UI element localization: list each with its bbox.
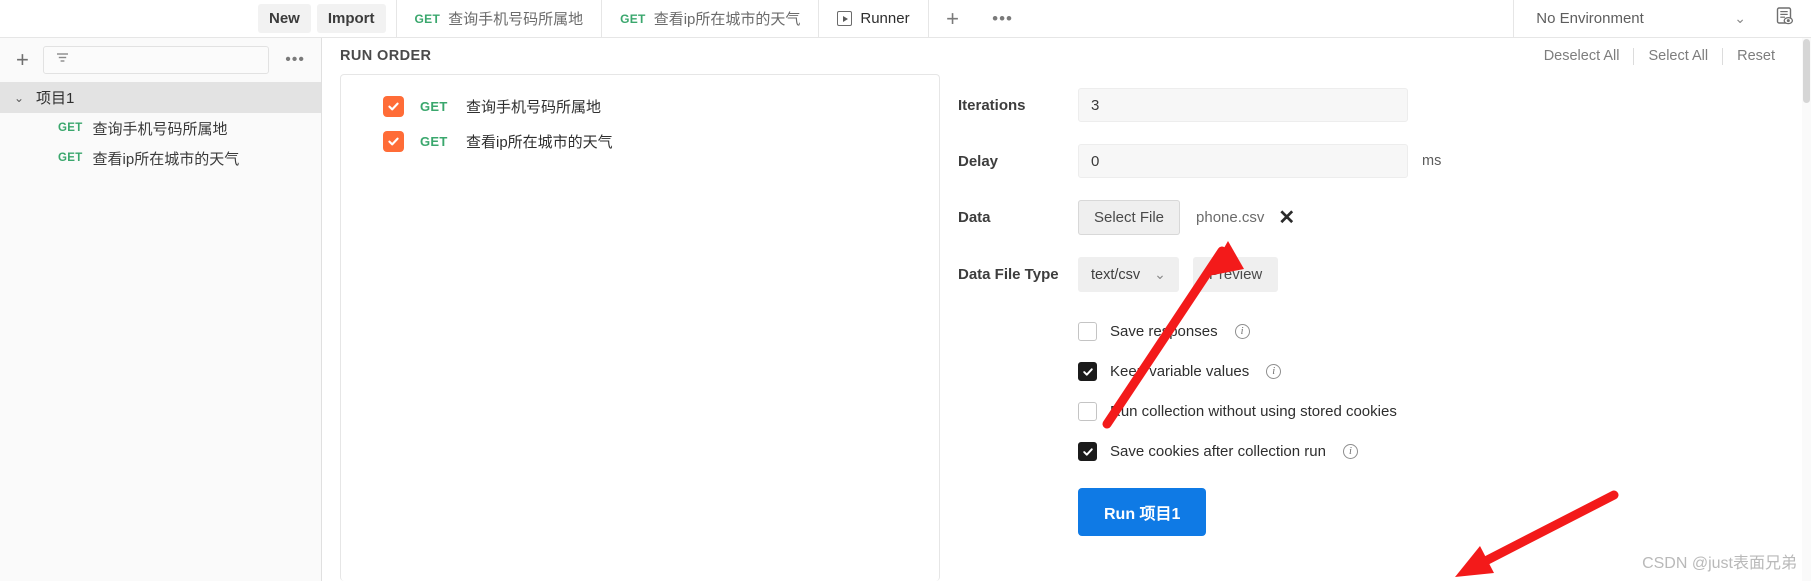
sidebar-collection-item[interactable]: ⌄ 项目1 xyxy=(0,82,321,113)
run-order-method-label: GET xyxy=(420,99,448,114)
delay-input[interactable]: 0 xyxy=(1078,144,1408,178)
chevron-down-icon: ⌄ xyxy=(1154,266,1166,282)
option-label: Save cookies after collection run xyxy=(1110,443,1326,460)
run-order-item[interactable]: GET 查询手机号码所属地 xyxy=(341,89,939,124)
sidebar: + ••• ⌄ 项目1 GET 查询手机号码所属地 GET 查看ip所在城市的天… xyxy=(0,38,322,581)
select-all-button[interactable]: Select All xyxy=(1634,48,1722,64)
watermark: CSDN @just表面兄弟 xyxy=(1642,555,1797,572)
run-order-title: RUN ORDER xyxy=(340,48,432,64)
select-file-button[interactable]: Select File xyxy=(1078,200,1181,235)
iterations-label: Iterations xyxy=(958,96,1026,114)
new-tab-button[interactable]: + xyxy=(929,0,977,37)
deselect-all-button[interactable]: Deselect All xyxy=(1530,48,1634,64)
tab-title: Runner xyxy=(860,10,910,27)
collection-name: 项目1 xyxy=(36,90,75,107)
sidebar-more-options-icon[interactable]: ••• xyxy=(279,51,311,69)
keep-variable-values-checkbox[interactable] xyxy=(1078,362,1097,381)
new-button[interactable]: New xyxy=(258,4,311,33)
data-file-type-row: Data File Type text/csv ⌄ Preview xyxy=(958,257,1811,292)
data-file-row: Data Select File phone.csv ✕ xyxy=(958,200,1811,235)
run-collection-button[interactable]: Run 项目1 xyxy=(1078,488,1207,536)
request-name: 查看ip所在城市的天气 xyxy=(92,150,240,168)
option-label: Run collection without using stored cook… xyxy=(1110,403,1397,420)
run-order-method-label: GET xyxy=(420,134,448,149)
sidebar-add-button[interactable]: + xyxy=(12,49,33,71)
run-order-item[interactable]: GET 查看ip所在城市的天气 xyxy=(341,124,939,159)
tab-title: 查看ip所在城市的天气 xyxy=(653,11,801,28)
run-without-cookies-checkbox[interactable] xyxy=(1078,402,1097,421)
option-save-cookies[interactable]: Save cookies after collection run i xyxy=(1078,442,1811,461)
topbar-left-zone xyxy=(0,0,258,37)
import-button[interactable]: Import xyxy=(316,4,386,33)
reset-button[interactable]: Reset xyxy=(1723,48,1789,64)
vertical-scrollbar[interactable] xyxy=(1802,38,1811,581)
data-label: Data xyxy=(958,209,991,226)
tab-method-label: GET xyxy=(414,11,441,26)
runner-header: RUN ORDER Deselect All Select All Reset xyxy=(322,38,1811,74)
close-icon[interactable]: ✕ xyxy=(1278,208,1295,228)
postman-runner-window: New Import GET 查询手机号码所属地 GET 查看ip所在城市的天气… xyxy=(0,0,1811,581)
preview-button[interactable]: Preview xyxy=(1192,257,1279,292)
request-name: 查询手机号码所属地 xyxy=(92,120,228,138)
environment-selector-group: No Environment ⌄ xyxy=(1513,0,1811,37)
runner-settings-panel: Iterations 3 Delay 0 ms Data Select File… xyxy=(940,74,1811,581)
sidebar-filter-input[interactable] xyxy=(42,46,270,74)
main-body: + ••• ⌄ 项目1 GET 查询手机号码所属地 GET 查看ip所在城市的天… xyxy=(0,38,1811,581)
runner-header-actions: Deselect All Select All Reset xyxy=(1530,47,1789,65)
environment-quicklook-icon[interactable] xyxy=(1774,6,1795,32)
tab-title: 查询手机号码所属地 xyxy=(448,11,584,28)
run-order-checkbox[interactable] xyxy=(383,131,404,152)
option-label: Save responses xyxy=(1110,323,1218,340)
sidebar-request-ip-weather[interactable]: GET 查看ip所在城市的天气 xyxy=(0,143,321,173)
info-icon[interactable]: i xyxy=(1234,324,1250,339)
delay-label: Delay xyxy=(958,152,999,170)
runner-pane: RUN ORDER Deselect All Select All Reset xyxy=(322,38,1811,581)
environment-selector[interactable]: No Environment xyxy=(1536,10,1724,27)
run-order-request-name: 查看ip所在城市的天气 xyxy=(466,134,613,151)
sidebar-toolbar: + ••• xyxy=(0,38,321,82)
chevron-down-icon[interactable]: ⌄ xyxy=(14,91,26,105)
runner-columns: GET 查询手机号码所属地 GET 查看ip所在城市的天气 Iterations… xyxy=(322,74,1811,581)
tab-strip: GET 查询手机号码所属地 GET 查看ip所在城市的天气 Runner + •… xyxy=(395,0,1271,37)
run-order-request-name: 查询手机号码所属地 xyxy=(466,99,602,116)
run-order-checkbox[interactable] xyxy=(383,96,404,117)
delay-row: Delay 0 ms xyxy=(958,144,1811,178)
iterations-row: Iterations 3 xyxy=(958,88,1811,122)
tab-options-icon[interactable]: ••• xyxy=(977,0,1029,37)
play-icon xyxy=(837,11,853,26)
data-file-type-label: Data File Type xyxy=(958,266,1059,283)
info-icon[interactable]: i xyxy=(1266,364,1282,379)
request-method-label: GET xyxy=(58,152,83,164)
sidebar-request-phone-lookup[interactable]: GET 查询手机号码所属地 xyxy=(0,113,321,143)
tab-runner[interactable]: Runner xyxy=(819,0,929,37)
top-header-bar: New Import GET 查询手机号码所属地 GET 查看ip所在城市的天气… xyxy=(0,0,1811,38)
tab-request-phone-lookup[interactable]: GET 查询手机号码所属地 xyxy=(395,0,603,37)
option-save-responses[interactable]: Save responses i xyxy=(1078,322,1811,341)
runner-options-group: Save responses i Keep variable values i xyxy=(958,322,1811,536)
tab-request-ip-weather[interactable]: GET 查看ip所在城市的天气 xyxy=(602,0,820,37)
new-import-group: New Import xyxy=(258,0,396,37)
info-icon[interactable]: i xyxy=(1342,444,1358,459)
request-method-label: GET xyxy=(58,122,83,134)
option-keep-variable-values[interactable]: Keep variable values i xyxy=(1078,362,1811,381)
iterations-input[interactable]: 3 xyxy=(1078,88,1408,122)
save-cookies-checkbox[interactable] xyxy=(1078,442,1097,461)
delay-unit-label: ms xyxy=(1422,153,1442,169)
filter-icon xyxy=(54,49,71,71)
chevron-down-icon[interactable]: ⌄ xyxy=(1734,10,1746,27)
run-order-panel: GET 查询手机号码所属地 GET 查看ip所在城市的天气 xyxy=(340,74,940,581)
save-responses-checkbox[interactable] xyxy=(1078,322,1097,341)
data-file-type-value: text/csv xyxy=(1091,266,1141,283)
option-run-without-cookies[interactable]: Run collection without using stored cook… xyxy=(1078,402,1811,421)
tab-method-label: GET xyxy=(620,11,646,26)
data-file-type-select[interactable]: text/csv ⌄ xyxy=(1078,257,1179,292)
selected-file-name: phone.csv xyxy=(1196,209,1265,226)
option-label: Keep variable values xyxy=(1110,363,1250,380)
